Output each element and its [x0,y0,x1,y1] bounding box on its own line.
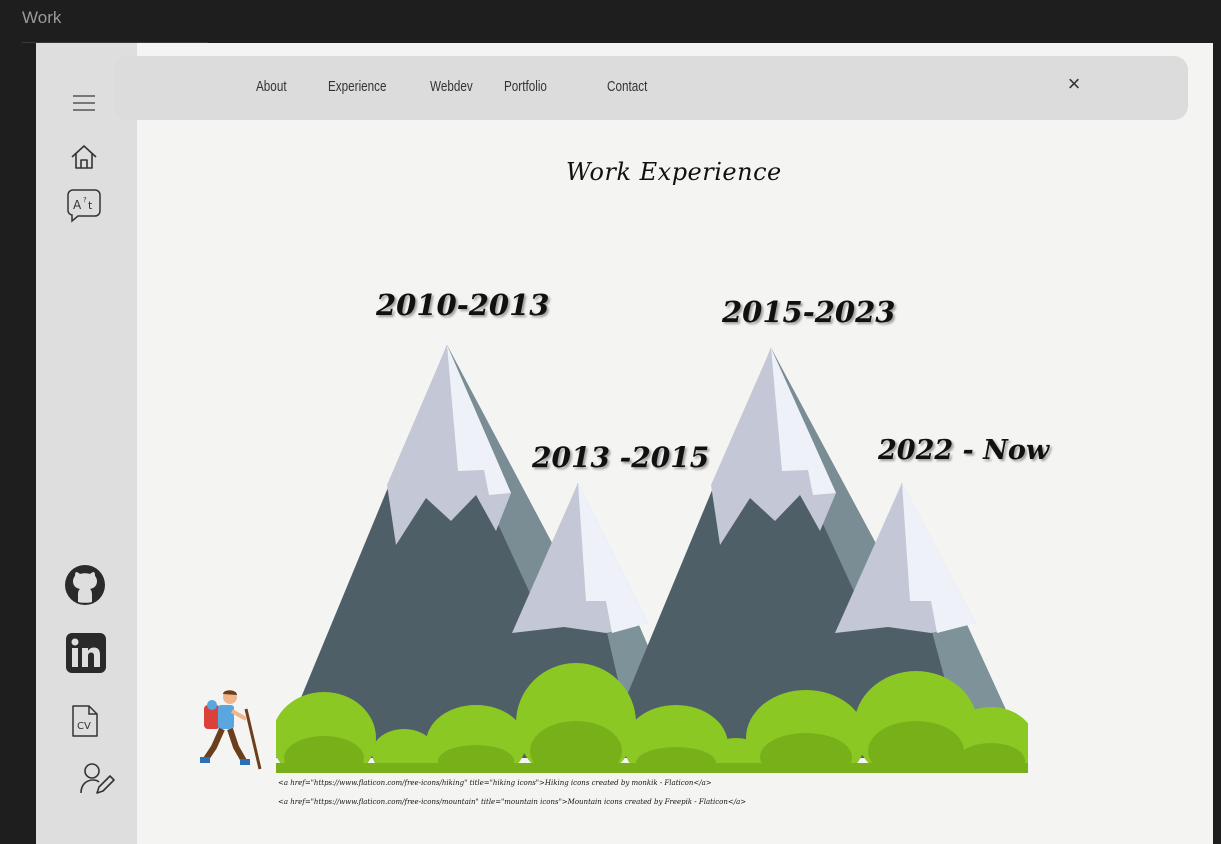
svg-text:A: A [73,198,82,212]
window-title: Work [22,8,62,27]
nav-about[interactable]: About [256,78,287,95]
home-icon[interactable] [68,141,100,173]
credit-mountain: <a href="https://www.flaticon.com/free-i… [278,798,747,806]
svg-text:t: t [88,199,93,212]
user-edit-icon[interactable] [78,759,116,797]
cv-icon[interactable]: CV [69,703,101,739]
nav-portfolio[interactable]: Portfolio [504,78,547,95]
period-label-3: 2015-2023 [722,295,896,329]
app-frame: A? t CV About Experience Webdev Portfolio… [36,43,1213,844]
hiker-icon [200,690,262,770]
nav-experience[interactable]: Experience [328,78,387,95]
credit-hiking: <a href="https://www.flaticon.com/free-i… [278,779,712,787]
menu-icon[interactable] [70,91,98,115]
github-icon[interactable] [63,563,107,607]
cv-label: CV [77,721,91,732]
sidebar: A? t CV [36,43,137,844]
mountains-illustration [276,345,1028,773]
page-title: Work Experience [566,158,782,186]
translate-icon[interactable]: A? t [66,187,102,223]
close-button[interactable]: × [1063,73,1085,95]
svg-text:?: ? [83,196,87,204]
nav-webdev[interactable]: Webdev [430,78,473,95]
top-navbar: About Experience Webdev Portfolio Contac… [114,56,1188,120]
linkedin-icon[interactable] [64,631,108,675]
period-label-1: 2010-2013 [376,288,550,322]
nav-contact[interactable]: Contact [607,78,647,95]
